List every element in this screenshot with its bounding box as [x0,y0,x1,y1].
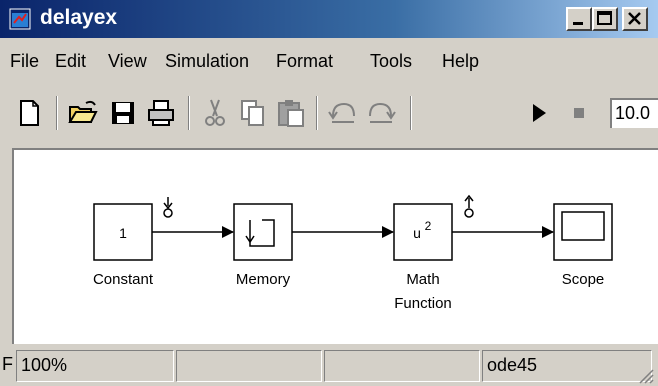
toolbar-separator [316,96,318,130]
save-icon[interactable] [104,94,142,132]
math-exponent: 2 [425,219,432,233]
memory-label: Memory [236,271,291,288]
menu-simulation[interactable]: Simulation [165,51,249,72]
close-icon [628,12,641,25]
model-canvas[interactable]: 1 Constant Memory u 2 Math Function Scop… [12,148,658,344]
solver-field: ode45 [482,350,652,382]
stop-simulation-icon[interactable] [560,94,598,132]
scope-label: Scope [562,271,605,288]
minimize-icon [573,22,583,25]
redo-icon[interactable] [362,94,400,132]
status-bar: F 100% ode45 [0,346,658,386]
print-icon[interactable] [142,94,180,132]
scope-screen-icon [561,211,605,241]
new-model-icon[interactable] [10,94,48,132]
zoom-field: 100% [16,350,174,382]
menu-tools[interactable]: Tools [370,51,412,72]
toolbar-separator [56,96,58,130]
simulink-window: delayex File Edit View Simulation Format… [0,0,658,386]
window-title: delayex [40,6,118,29]
scope-block[interactable] [553,203,613,261]
status-field-empty-2 [324,350,480,382]
status-prefix: F [2,354,13,374]
stop-time-input[interactable]: 10.0 [610,98,658,128]
copy-icon[interactable] [234,94,272,132]
toolbar-separator [188,96,190,130]
menu-edit[interactable]: Edit [55,51,86,72]
close-button[interactable] [622,7,648,31]
menu-bar: File Edit View Simulation Format Tools H… [0,40,658,80]
simulink-app-icon[interactable] [9,8,31,30]
constant-value: 1 [119,225,127,241]
toolbar-separator [410,96,412,130]
toolbar: 10.0 [0,84,658,144]
math-function-label-2: Function [394,295,452,312]
test-point-up-icon [464,194,474,218]
math-function-block[interactable]: u 2 [393,203,453,261]
status-field-empty-1 [176,350,322,382]
maximize-button[interactable] [592,7,618,31]
menu-format[interactable]: Format [276,51,333,72]
open-folder-icon[interactable] [64,94,102,132]
undo-icon[interactable] [324,94,362,132]
constant-block[interactable]: 1 [93,203,153,261]
test-point-down-icon [163,197,173,218]
menu-help[interactable]: Help [442,51,479,72]
constant-label: Constant [93,271,154,288]
start-simulation-icon[interactable] [520,94,558,132]
minimize-button[interactable] [566,7,592,31]
resize-grip-icon[interactable] [636,366,656,384]
paste-icon[interactable] [272,94,310,132]
memory-block[interactable] [233,203,293,261]
menu-view[interactable]: View [108,51,147,72]
menu-file[interactable]: File [10,51,39,72]
math-expression: u [413,225,421,241]
math-function-label: Math [406,271,439,288]
maximize-icon [597,11,612,25]
cut-icon[interactable] [196,94,234,132]
title-bar[interactable]: delayex [0,0,658,38]
